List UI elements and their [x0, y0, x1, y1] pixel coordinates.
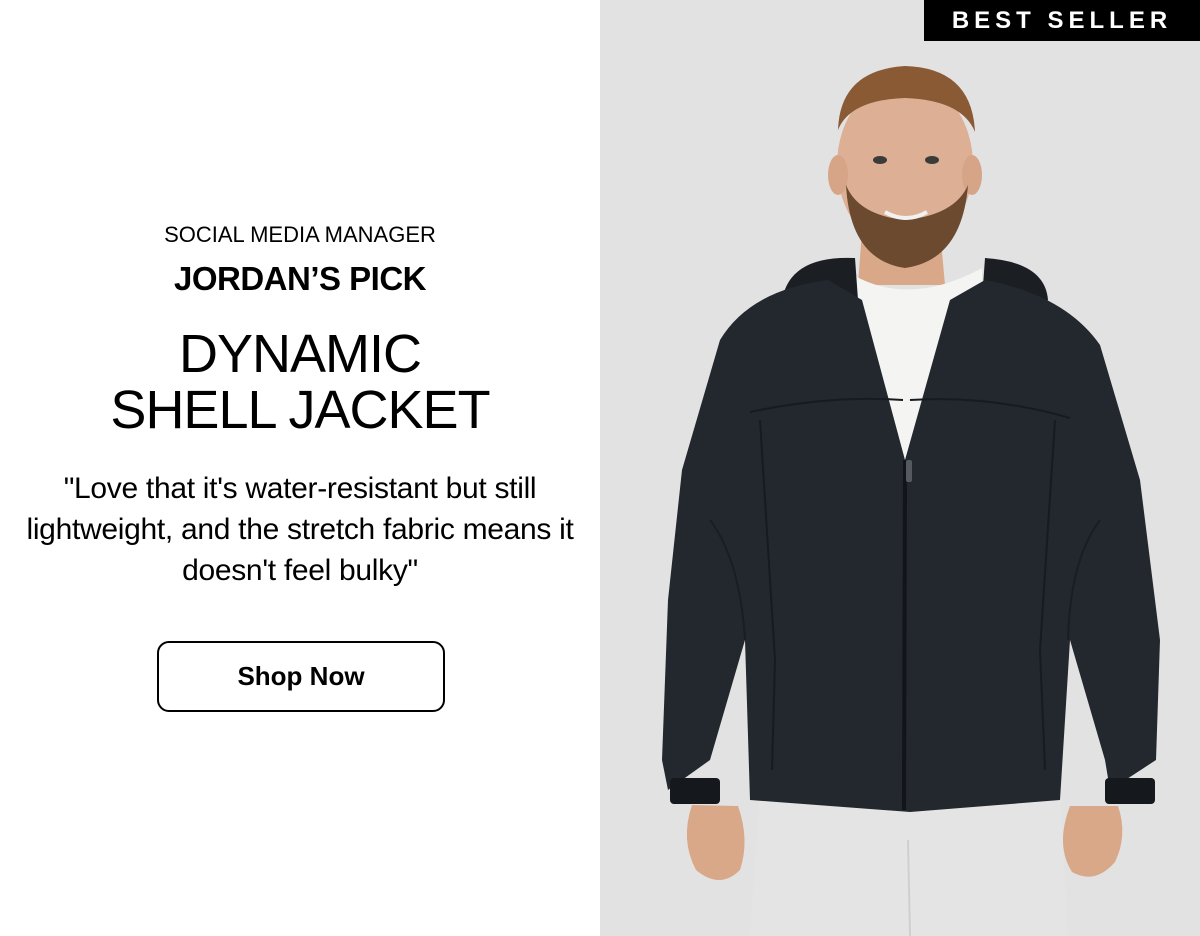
product-image-panel[interactable]: BEST SELLER — [600, 0, 1200, 936]
promo-copy-panel: SOCIAL MEDIA MANAGER JORDAN’S PICK DYNAM… — [0, 0, 600, 936]
eyebrow-job-title: SOCIAL MEDIA MANAGER — [164, 222, 436, 247]
product-title: DYNAMIC SHELL JACKET — [0, 326, 600, 438]
shop-now-button[interactable]: Shop Now — [157, 641, 445, 712]
staff-pick-heading: JORDAN’S PICK — [173, 260, 427, 297]
customer-quote: "Love that it's water-resistant but stil… — [26, 472, 574, 587]
model-photo-jacket-icon — [662, 66, 1160, 936]
product-title-line-2: SHELL JACKET — [110, 380, 490, 440]
promo-banner: SOCIAL MEDIA MANAGER JORDAN’S PICK DYNAM… — [0, 0, 1200, 936]
product-title-line-1: DYNAMIC — [178, 324, 422, 384]
best-seller-badge: BEST SELLER — [924, 0, 1200, 41]
